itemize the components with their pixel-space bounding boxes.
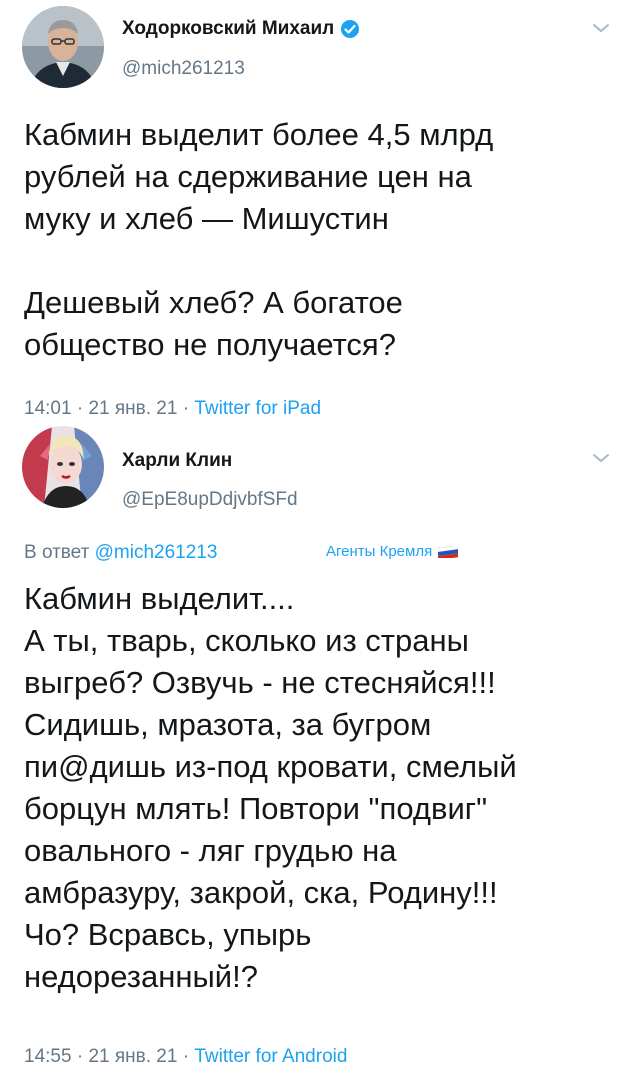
watermark: Агенты Кремля [326,543,459,560]
meta-separator: · [71,398,89,419]
tweet-source[interactable]: Twitter for Android [194,1046,347,1067]
tweet-date[interactable]: 21 янв. 21 [88,1046,177,1067]
meta-separator: · [71,1046,89,1067]
tweet-text: Кабмин выделит.... А ты, тварь, сколько … [24,581,517,994]
reply-context: В ответ @mich261213 [24,542,217,564]
author-name[interactable]: Харли Клин [122,450,232,472]
tweet-source[interactable]: Twitter for iPad [194,398,321,419]
tweet-reply[interactable]: Харли Клин @EpE8upDdjvbfSFd В ответ @mic… [0,426,629,1080]
avatar[interactable] [22,426,104,508]
tweet-date[interactable]: 21 янв. 21 [88,398,177,419]
tweet-text: Кабмин выделит более 4,5 млрд рублей на … [24,117,494,362]
tweet-time[interactable]: 14:01 [24,398,72,419]
chevron-down-icon[interactable] [592,22,610,34]
reply-mention-link[interactable]: @mich261213 [95,542,218,563]
meta-separator: · [177,398,195,419]
tweet-time[interactable]: 14:55 [24,1046,72,1067]
tweet-main[interactable]: Ходорковский Михаил @mich261213 Кабмин в… [0,0,629,426]
author-name-label: Ходорковский Михаил [122,18,335,39]
russian-flag-icon [438,545,459,558]
author-name[interactable]: Ходорковский Михаил [122,18,360,40]
chevron-down-icon[interactable] [592,452,610,464]
watermark-label: Агенты Кремля [326,543,433,560]
reply-prefix: В ответ [24,542,90,563]
tweet-meta: 14:01 · 21 янв. 21 · Twitter for iPad [24,398,321,420]
author-handle[interactable]: @EpE8upDdjvbfSFd [122,489,298,511]
tweet-meta: 14:55 · 21 янв. 21 · Twitter for Android [24,1046,347,1068]
author-handle[interactable]: @mich261213 [122,58,245,80]
verified-badge-icon [340,19,360,39]
avatar[interactable] [22,6,104,88]
author-name-label: Харли Клин [122,450,233,471]
meta-separator: · [177,1046,195,1067]
